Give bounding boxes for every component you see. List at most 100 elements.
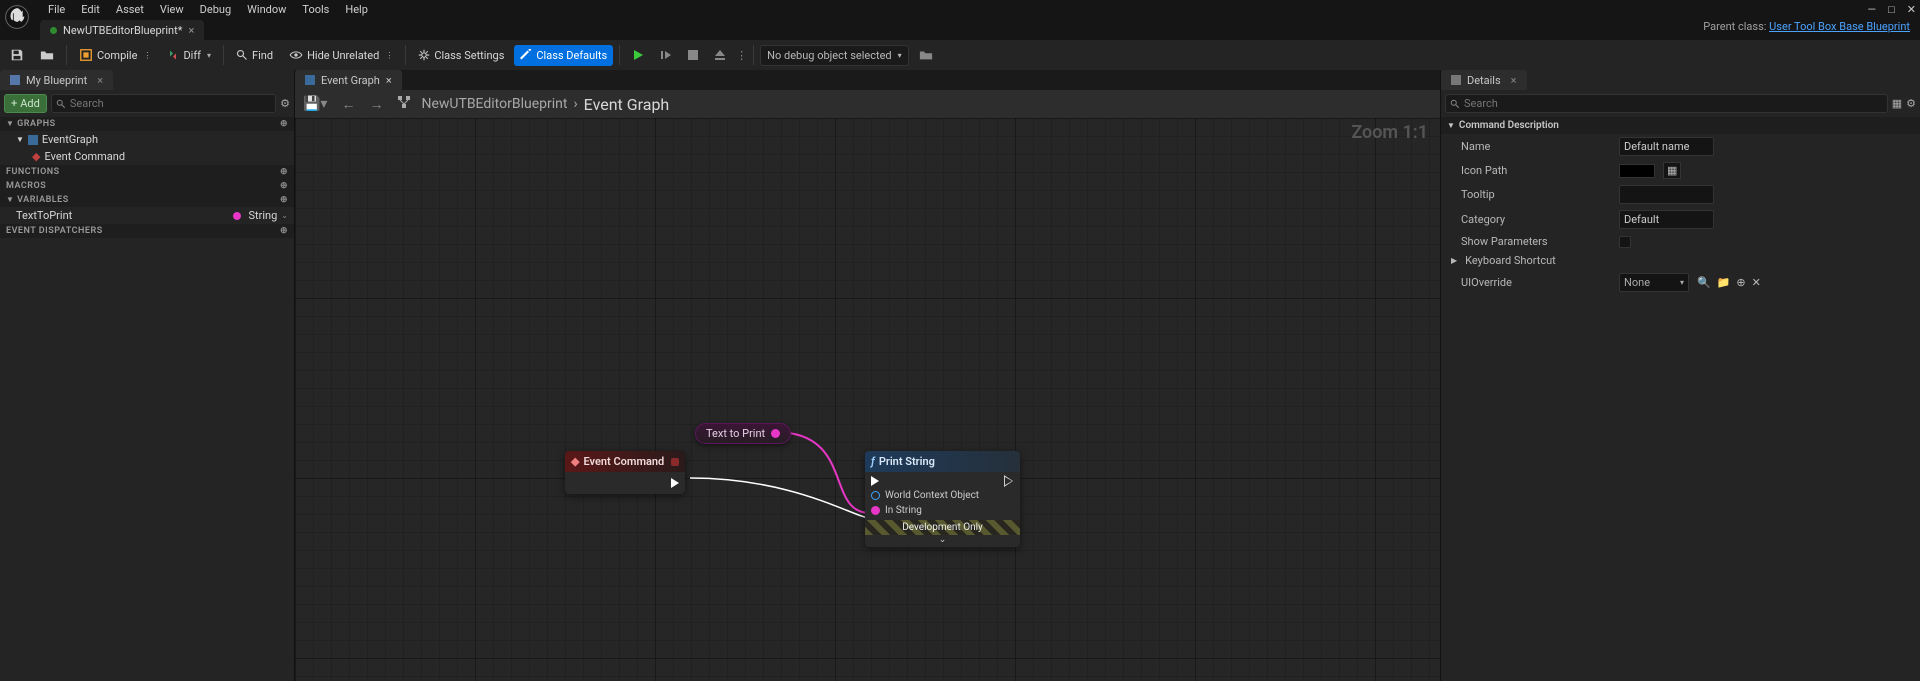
expand-arrow[interactable]: ⌄: [865, 535, 1020, 547]
gear-icon[interactable]: ⚙: [280, 97, 290, 110]
close-icon[interactable]: ×: [1511, 74, 1517, 87]
prop-ui-override: UIOverride None▾ 🔍 📁 ⊕ ✕: [1441, 270, 1920, 295]
add-variable-button[interactable]: ⊕: [280, 195, 288, 205]
menu-window[interactable]: Window: [239, 3, 294, 16]
close-icon[interactable]: ×: [386, 74, 392, 87]
prop-name: Name: [1441, 134, 1920, 159]
details-search[interactable]: [1445, 94, 1888, 113]
dev-only-footer: Development Only: [865, 520, 1020, 535]
find-button[interactable]: Find: [230, 45, 279, 66]
in-string-pin[interactable]: [871, 506, 880, 515]
dispatchers-category[interactable]: EVENT DISPATCHERS⊕: [0, 224, 294, 238]
variable-getter-node[interactable]: Text to Print: [695, 423, 791, 444]
breadcrumb: NewUTBEditorBlueprint › Event Graph: [421, 95, 669, 114]
stop-button[interactable]: [682, 46, 704, 64]
command-description-category[interactable]: ▼Command Description: [1441, 117, 1920, 134]
world-context-pin[interactable]: [871, 491, 880, 500]
clear-icon[interactable]: ✕: [1752, 276, 1761, 289]
exec-out-pin[interactable]: [1006, 476, 1014, 486]
variables-category[interactable]: ▼ VARIABLES⊕: [0, 193, 294, 207]
parent-class-link[interactable]: User Tool Box Base Blueprint: [1769, 20, 1910, 33]
browse-button[interactable]: [34, 44, 60, 66]
add-macro-button[interactable]: ⊕: [280, 181, 288, 191]
close-icon[interactable]: ×: [188, 24, 194, 37]
eject-button[interactable]: [708, 45, 732, 65]
browse-icon[interactable]: 📁: [1717, 276, 1731, 289]
menu-asset[interactable]: Asset: [108, 3, 152, 16]
prop-show-parameters: Show Parameters: [1441, 232, 1920, 251]
macros-category[interactable]: MACROS⊕: [0, 179, 294, 193]
menu-help[interactable]: Help: [337, 3, 376, 16]
exec-out-pin[interactable]: [671, 478, 679, 488]
type-pill-icon: [233, 212, 241, 220]
print-string-node[interactable]: ƒPrint String World Context Object In St…: [865, 451, 1020, 547]
close-icon[interactable]: ×: [97, 74, 103, 87]
class-defaults-button[interactable]: Class Defaults: [514, 45, 613, 66]
diff-button[interactable]: Diff▾: [161, 45, 217, 66]
custom-event-icon: [671, 458, 679, 466]
menu-edit[interactable]: Edit: [73, 3, 108, 16]
breadcrumb-bp[interactable]: NewUTBEditorBlueprint: [421, 96, 567, 112]
variable-row[interactable]: TextToPrint String⌄: [0, 207, 294, 224]
search-icon: [1450, 99, 1460, 109]
save-button[interactable]: [4, 44, 30, 66]
document-tab-title: NewUTBEditorBlueprint*: [63, 24, 182, 37]
add-icon[interactable]: ⊕: [1736, 276, 1745, 289]
menu-debug[interactable]: Debug: [192, 3, 239, 16]
gear-icon[interactable]: ⚙: [1906, 97, 1916, 110]
icon-picker-button[interactable]: ▦: [1663, 162, 1681, 179]
prop-icon-path: Icon Path ▦: [1441, 159, 1920, 182]
exec-in-pin[interactable]: [871, 476, 879, 486]
menu-file[interactable]: File: [40, 3, 73, 16]
output-pin[interactable]: [771, 429, 780, 438]
tooltip-input[interactable]: [1619, 185, 1714, 204]
document-tab-row: NewUTBEditorBlueprint* × Parent class: U…: [0, 18, 1920, 40]
close-button[interactable]: ✕: [1907, 3, 1916, 16]
toolbar: Compile⋮ Diff▾ Find Hide Unrelated⋮ Clas…: [0, 40, 1920, 70]
locate-button[interactable]: [913, 44, 939, 66]
graph-area[interactable]: Zoom 1:1 Text to Print ◆Event Command ƒP…: [295, 118, 1440, 681]
search-icon: [56, 99, 66, 109]
prop-keyboard-shortcut[interactable]: ▶ Keyboard Shortcut: [1441, 251, 1920, 270]
breadcrumb-graph[interactable]: Event Graph: [584, 95, 670, 114]
maximize-button[interactable]: □: [1888, 3, 1895, 16]
my-blueprint-tab[interactable]: My Blueprint ×: [0, 70, 113, 90]
icon-swatch[interactable]: [1619, 164, 1655, 178]
forward-button[interactable]: →: [365, 94, 387, 115]
event-graph-item[interactable]: ▼EventGraph: [0, 131, 294, 148]
show-params-checkbox[interactable]: [1619, 236, 1631, 248]
graph-panel: Event Graph × 💾▾ ← → NewUTBEditorBluepri…: [295, 70, 1440, 681]
debug-object-combo[interactable]: No debug object selected▾: [760, 45, 908, 66]
prop-category: Category: [1441, 207, 1920, 232]
details-search-input[interactable]: [1464, 97, 1883, 110]
ui-override-combo[interactable]: None▾: [1619, 273, 1689, 292]
minimize-button[interactable]: —: [1868, 3, 1877, 16]
hide-unrelated-button[interactable]: Hide Unrelated⋮: [283, 45, 399, 66]
add-dispatcher-button[interactable]: ⊕: [280, 226, 288, 236]
functions-category[interactable]: FUNCTIONS⊕: [0, 165, 294, 179]
class-settings-button[interactable]: Class Settings: [412, 45, 510, 66]
name-input[interactable]: [1619, 137, 1714, 156]
save-icon[interactable]: 💾▾: [299, 94, 331, 114]
event-command-node[interactable]: ◆Event Command: [565, 451, 685, 494]
compile-button[interactable]: Compile⋮: [73, 44, 157, 66]
menu-tools[interactable]: Tools: [294, 3, 337, 16]
document-tab[interactable]: NewUTBEditorBlueprint* ×: [40, 20, 204, 40]
details-tab[interactable]: Details ×: [1441, 70, 1527, 90]
add-graph-button[interactable]: ⊕: [280, 119, 288, 129]
search-box[interactable]: [51, 94, 276, 113]
graphs-category[interactable]: ▼ GRAPHS⊕: [0, 117, 294, 131]
play-button[interactable]: [626, 45, 650, 65]
add-button[interactable]: +Add: [4, 94, 47, 113]
use-selected-icon[interactable]: 🔍: [1697, 276, 1711, 289]
search-input[interactable]: [70, 97, 271, 110]
event-command-item[interactable]: ◆Event Command: [0, 148, 294, 165]
step-button[interactable]: [654, 45, 678, 65]
event-graph-tab[interactable]: Event Graph ×: [295, 70, 402, 90]
add-function-button[interactable]: ⊕: [280, 167, 288, 177]
category-input[interactable]: [1619, 210, 1714, 229]
menu-view[interactable]: View: [152, 3, 192, 16]
back-button[interactable]: ←: [337, 94, 359, 115]
view-options-icon[interactable]: ▦: [1892, 97, 1902, 110]
graph-icon[interactable]: [393, 93, 415, 115]
